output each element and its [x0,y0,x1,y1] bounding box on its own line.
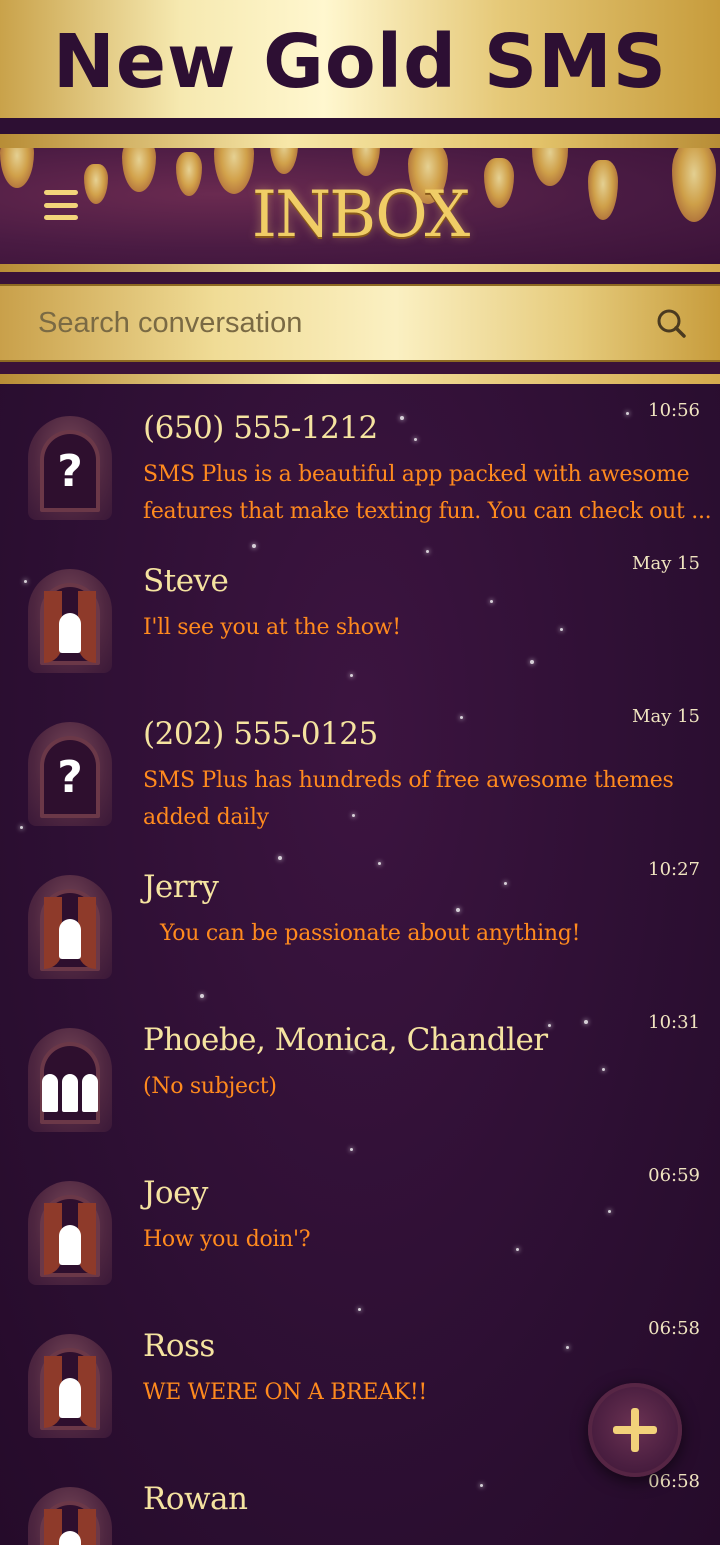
message-time: 06:58 [648,1318,700,1339]
banner-divider [0,118,720,134]
header-divider [0,272,720,284]
message-snippet: SMS Plus has hundreds of free awesome th… [143,768,674,830]
message-snippet: I'll see you at the show! [143,615,401,640]
conversation-item[interactable]: Jerry You can be passionate about anythi… [0,843,720,996]
conversation-item[interactable]: ? (202) 555-0125 SMS Plus has hundreds o… [0,690,720,843]
header-gold-strip [0,264,720,272]
conversation-list: ? (650) 555-1212 SMS Plus is a beautiful… [0,384,720,1545]
message-snippet: You can be passionate about anything! [160,921,581,946]
lantern-decoration [352,148,380,176]
contact-name: Jerry [143,869,219,905]
message-time: 06:58 [648,1471,700,1492]
contact-name: (650) 555-1212 [143,410,378,446]
message-snippet: (No subject) [143,1074,277,1099]
contact-name: (202) 555-0125 [143,716,378,752]
banner-title: New Gold SMS [52,19,668,105]
search-input[interactable] [38,306,654,340]
banner-gold-strip [0,134,720,148]
unknown-contact-avatar: ? [28,722,112,826]
search-divider [0,362,720,374]
inbox-title: INBOX [251,178,470,252]
contact-avatar [28,1334,112,1438]
message-time: 10:56 [648,400,700,421]
conversation-item[interactable]: ? (650) 555-1212 SMS Plus is a beautiful… [0,384,720,537]
search-icon[interactable] [654,306,688,340]
message-time: May 15 [632,706,700,727]
message-time: May 15 [632,553,700,574]
compose-button[interactable] [588,1383,682,1477]
message-snippet: How you doin'? [143,1227,311,1252]
group-avatar [28,1028,112,1132]
contact-name: Ross [143,1328,215,1364]
unknown-contact-avatar: ? [28,416,112,520]
contact-avatar [28,1487,112,1545]
contact-name: Phoebe, Monica, Chandler [143,1022,548,1058]
message-time: 10:31 [648,1012,700,1033]
search-bar [0,284,720,362]
plus-icon [613,1408,657,1452]
promo-banner: New Gold SMS [0,0,720,118]
message-snippet: SMS Plus is a beautiful app packed with … [143,462,712,524]
contact-avatar [28,1181,112,1285]
contact-avatar [28,569,112,673]
search-gold-strip [0,374,720,384]
contact-name: Steve [143,563,229,599]
message-time: 10:27 [648,859,700,880]
conversation-item[interactable]: Steve I'll see you at the show! May 15 [0,537,720,690]
conversation-item[interactable]: Joey How you doin'? 06:59 [0,1149,720,1302]
conversation-item[interactable]: Phoebe, Monica, Chandler (No subject) 10… [0,996,720,1149]
message-time: 06:59 [648,1165,700,1186]
app-header: INBOX [0,148,720,264]
lantern-decoration [270,148,298,174]
contact-name: Joey [143,1175,208,1211]
contact-name: Rowan [143,1481,248,1517]
contact-avatar [28,875,112,979]
